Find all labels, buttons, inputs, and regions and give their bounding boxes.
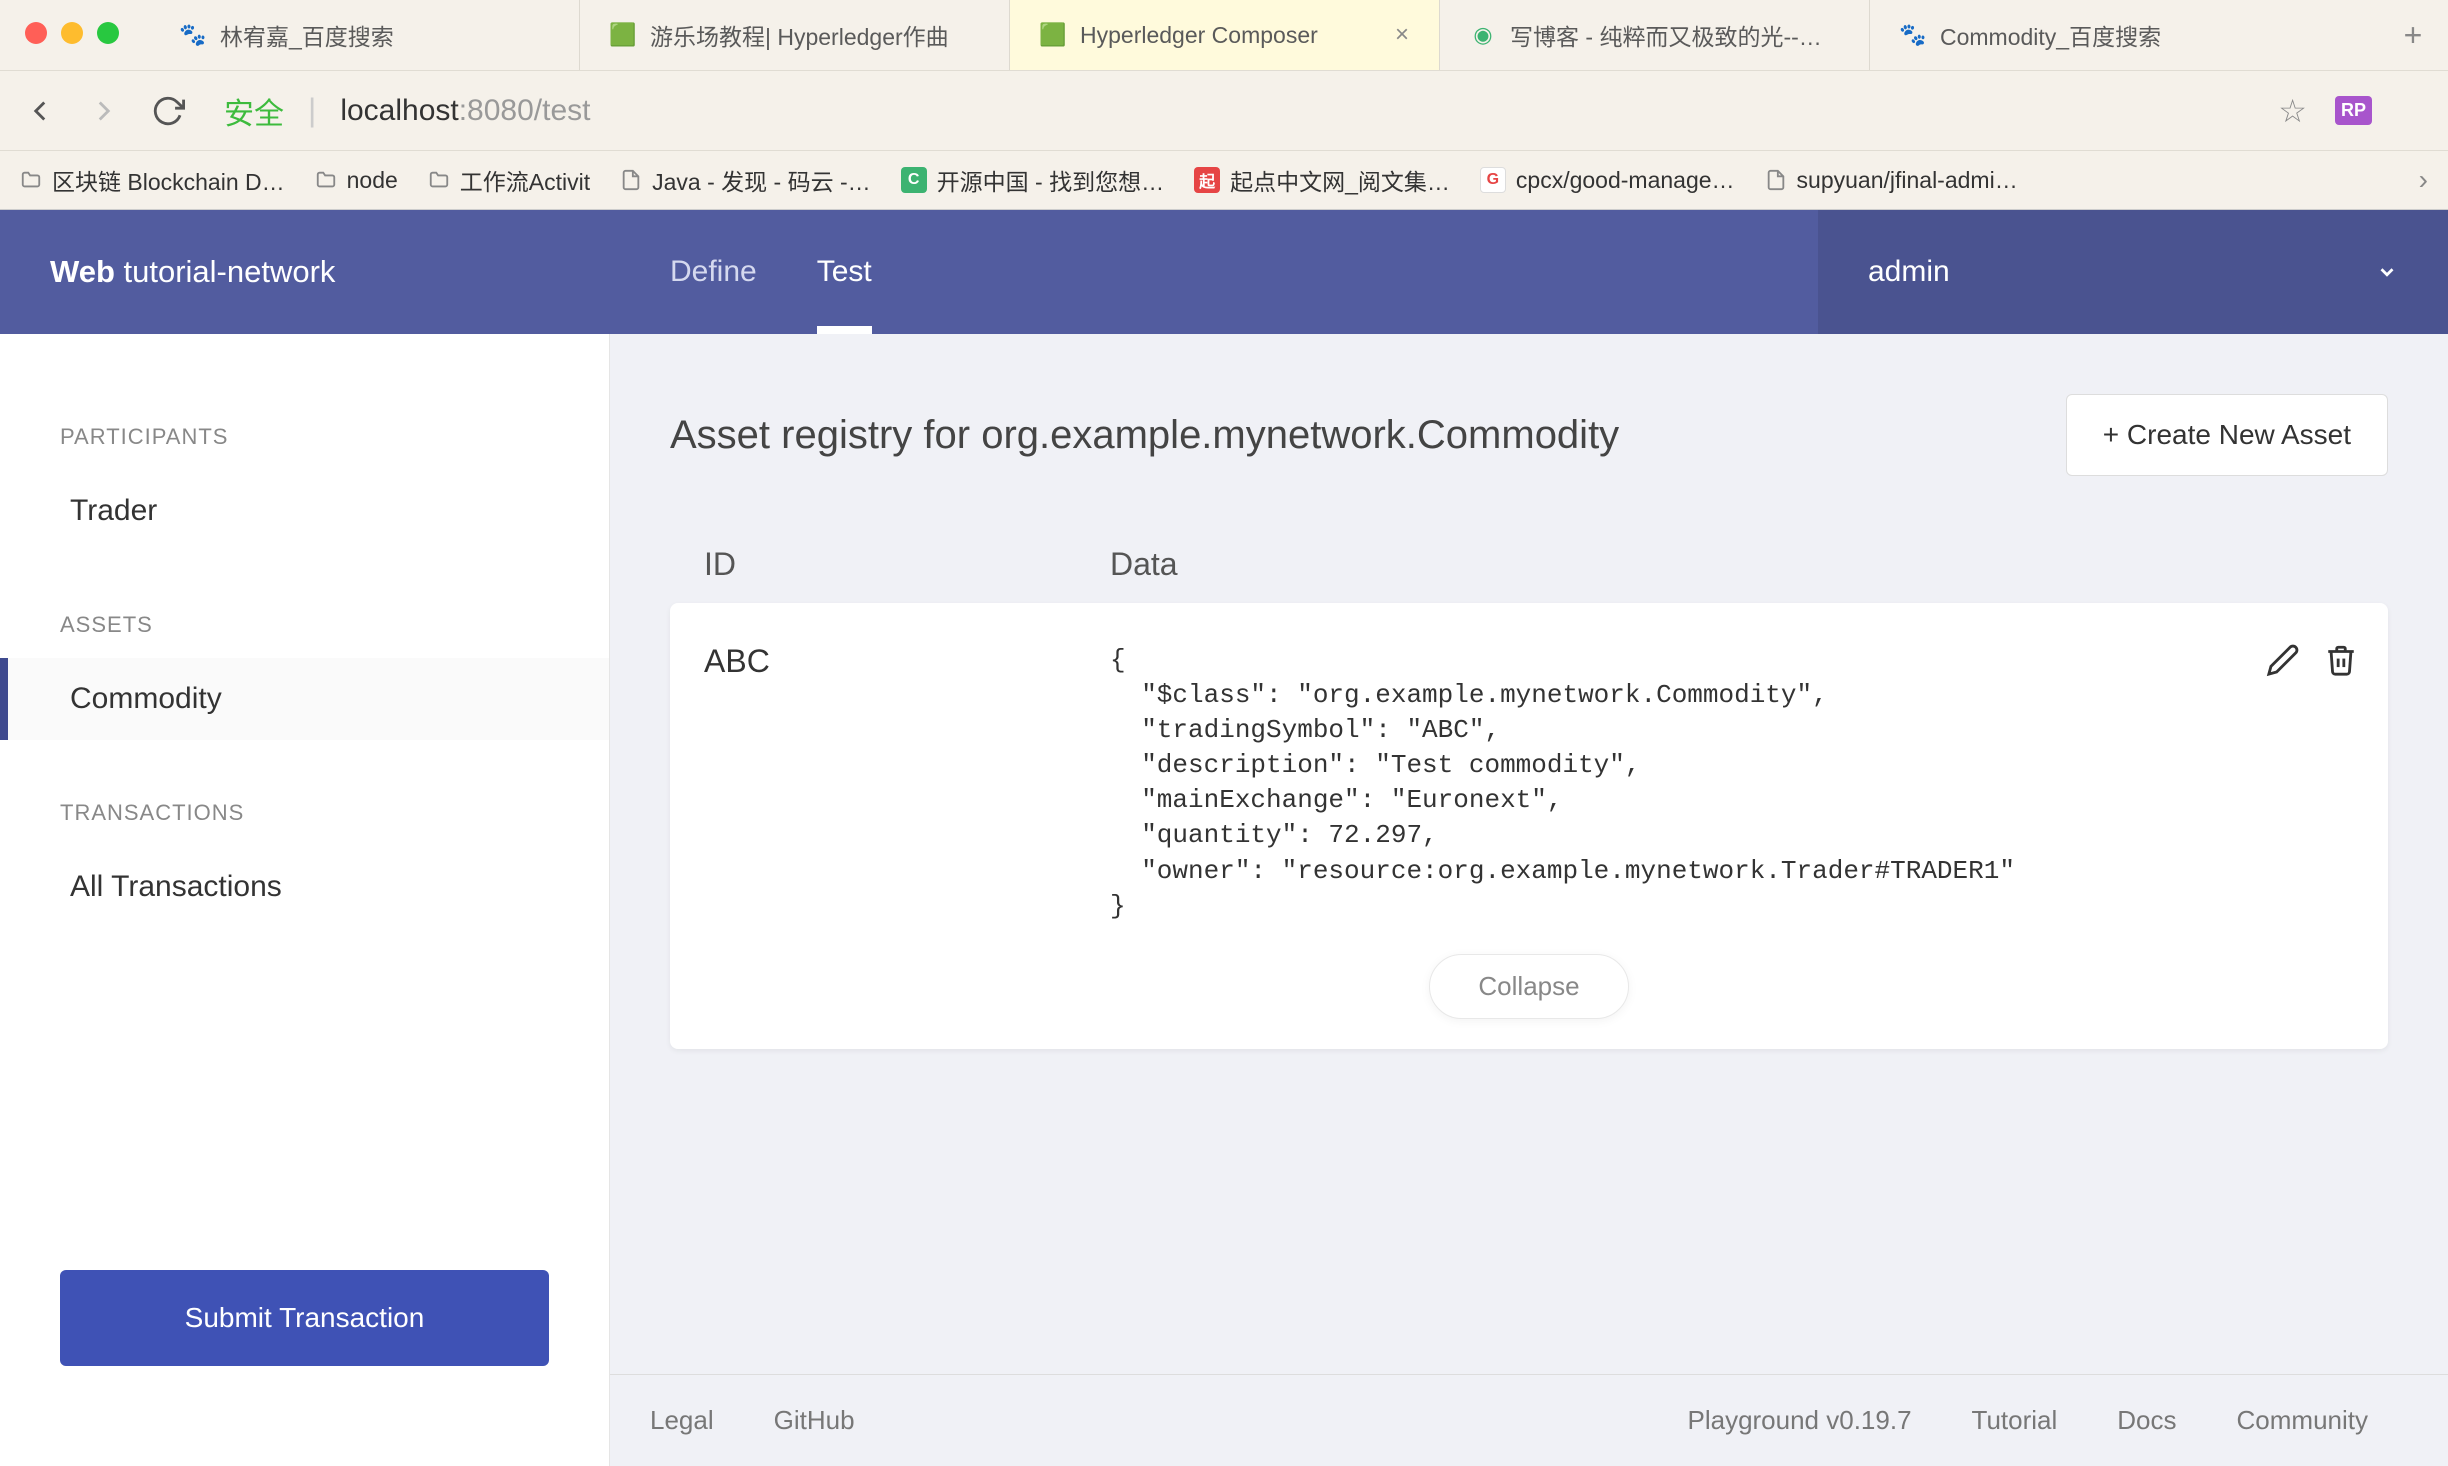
footer-tutorial-link[interactable]: Tutorial — [1972, 1405, 2058, 1436]
url-bar: 安全 | localhost:8080/test ☆ RP — [0, 70, 2448, 150]
table-header: ID Data — [670, 526, 2388, 603]
tab-favicon-baidu: 🐾 — [180, 22, 206, 48]
browser-tab[interactable]: 🐾 Commodity_百度搜索 — [1870, 0, 2300, 70]
secure-badge: 安全 — [224, 89, 284, 133]
bookmark-link[interactable]: C 开源中国 - 找到您想… — [901, 163, 1164, 197]
file-icon — [1765, 169, 1787, 191]
column-header-data: Data — [1110, 546, 2358, 583]
window-controls — [25, 22, 119, 44]
user-dropdown[interactable]: admin — [1818, 210, 2448, 334]
footer-github-link[interactable]: GitHub — [774, 1405, 855, 1436]
browser-chrome: 🐾 林宥嘉_百度搜索 🟩 游乐场教程| Hyperledger作曲 🟩 Hype… — [0, 0, 2448, 210]
tab-define[interactable]: Define — [670, 210, 757, 334]
tab-favicon-site: ◉ — [1470, 22, 1496, 48]
app-body: PARTICIPANTS Trader ASSETS Commodity TRA… — [0, 334, 2448, 1466]
sidebar-section-participants: PARTICIPANTS — [0, 404, 609, 470]
browser-tab[interactable]: ◉ 写博客 - 纯粹而又极致的光--… — [1440, 0, 1870, 70]
browser-tab-active[interactable]: 🟩 Hyperledger Composer × — [1010, 0, 1440, 70]
sidebar-item-commodity[interactable]: Commodity — [0, 658, 609, 740]
asset-actions — [2266, 643, 2358, 924]
tab-title: Commodity_百度搜索 — [1940, 18, 2161, 52]
browser-tab[interactable]: 🐾 林宥嘉_百度搜索 — [150, 0, 580, 70]
chevron-down-icon — [2376, 261, 2398, 283]
nav-back-button[interactable] — [20, 91, 60, 131]
footer-docs-link[interactable]: Docs — [2117, 1405, 2176, 1436]
collapse-button[interactable]: Collapse — [1429, 954, 1628, 1019]
sidebar-item-trader[interactable]: Trader — [0, 470, 609, 552]
tab-title: 写博客 - 纯粹而又极致的光--… — [1510, 18, 1822, 52]
browser-tab-bar: 🐾 林宥嘉_百度搜索 🟩 游乐场教程| Hyperledger作曲 🟩 Hype… — [0, 0, 2448, 70]
bookmarks-bar: 区块链 Blockchain D… node 工作流Activit Java -… — [0, 150, 2448, 210]
bookmark-link[interactable]: supyuan/jfinal-admi… — [1765, 167, 2018, 194]
tab-title: 游乐场教程| Hyperledger作曲 — [650, 18, 949, 52]
browser-tab[interactable]: 🟩 游乐场教程| Hyperledger作曲 — [580, 0, 1010, 70]
asset-json-data: { "$class": "org.example.mynetwork.Commo… — [1110, 643, 2266, 924]
reload-button[interactable] — [148, 91, 188, 131]
folder-icon — [428, 169, 450, 191]
window-close[interactable] — [25, 22, 47, 44]
asset-row: ABC { "$class": "org.example.mynetwork.C… — [700, 643, 2358, 924]
asset-id: ABC — [700, 643, 1110, 924]
bookmark-star-icon[interactable]: ☆ — [2278, 92, 2307, 130]
tab-favicon-hyperledger: 🟩 — [1040, 22, 1066, 48]
site-icon: C — [901, 167, 927, 193]
nav-forward-button[interactable] — [84, 91, 124, 131]
tab-title: Hyperledger Composer — [1080, 22, 1318, 49]
new-tab-button[interactable]: + — [2378, 0, 2448, 70]
url-divider: | — [308, 92, 316, 129]
bookmark-folder[interactable]: 区块链 Blockchain D… — [20, 163, 285, 197]
sidebar-item-all-transactions[interactable]: All Transactions — [0, 846, 609, 928]
tab-favicon-hyperledger: 🟩 — [610, 22, 636, 48]
tab-favicon-baidu: 🐾 — [1900, 22, 1926, 48]
content-area: Asset registry for org.example.mynetwork… — [610, 334, 2448, 1466]
extension-rp-icon[interactable]: RP — [2335, 96, 2372, 125]
bookmark-link[interactable]: 起 起点中文网_阅文集… — [1194, 163, 1450, 197]
app-header: Web tutorial-network Define Test admin — [0, 210, 2448, 334]
sidebar: PARTICIPANTS Trader ASSETS Commodity TRA… — [0, 334, 610, 1466]
footer-legal-link[interactable]: Legal — [650, 1405, 714, 1436]
edit-icon[interactable] — [2266, 643, 2300, 682]
bookmark-link[interactable]: G cpcx/good-manage… — [1480, 167, 1735, 194]
app-footer: Legal GitHub Playground v0.19.7 Tutorial… — [610, 1374, 2448, 1466]
window-minimize[interactable] — [61, 22, 83, 44]
footer-community-link[interactable]: Community — [2237, 1405, 2368, 1436]
header-tabs: Define Test — [610, 210, 872, 334]
user-label: admin — [1868, 255, 1950, 289]
sidebar-section-transactions: TRANSACTIONS — [0, 780, 609, 846]
tab-test[interactable]: Test — [817, 210, 872, 334]
bookmark-folder[interactable]: node — [315, 167, 398, 194]
file-icon — [620, 169, 642, 191]
column-header-id: ID — [700, 546, 1110, 583]
window-maximize[interactable] — [97, 22, 119, 44]
page-title: Asset registry for org.example.mynetwork… — [670, 413, 1619, 458]
brand-title: Web tutorial-network — [0, 210, 610, 334]
bookmark-folder[interactable]: 工作流Activit — [428, 163, 590, 197]
sidebar-section-assets: ASSETS — [0, 592, 609, 658]
tab-close-icon[interactable]: × — [1395, 21, 1409, 49]
site-icon: G — [1480, 167, 1506, 193]
folder-icon — [20, 169, 42, 191]
site-icon: 起 — [1194, 167, 1220, 193]
delete-icon[interactable] — [2324, 643, 2358, 682]
folder-icon — [315, 169, 337, 191]
footer-version: Playground v0.19.7 — [1687, 1405, 1911, 1436]
bookmark-link[interactable]: Java - 发现 - 码云 -… — [620, 163, 871, 197]
content-header: Asset registry for org.example.mynetwork… — [670, 394, 2388, 476]
asset-card: ABC { "$class": "org.example.mynetwork.C… — [670, 603, 2388, 1049]
tab-title: 林宥嘉_百度搜索 — [220, 18, 394, 52]
submit-transaction-button[interactable]: Submit Transaction — [60, 1270, 549, 1366]
create-new-asset-button[interactable]: + Create New Asset — [2066, 394, 2388, 476]
url-input[interactable]: localhost:8080/test — [340, 94, 590, 128]
bookmarks-overflow-icon[interactable]: › — [2419, 164, 2428, 196]
